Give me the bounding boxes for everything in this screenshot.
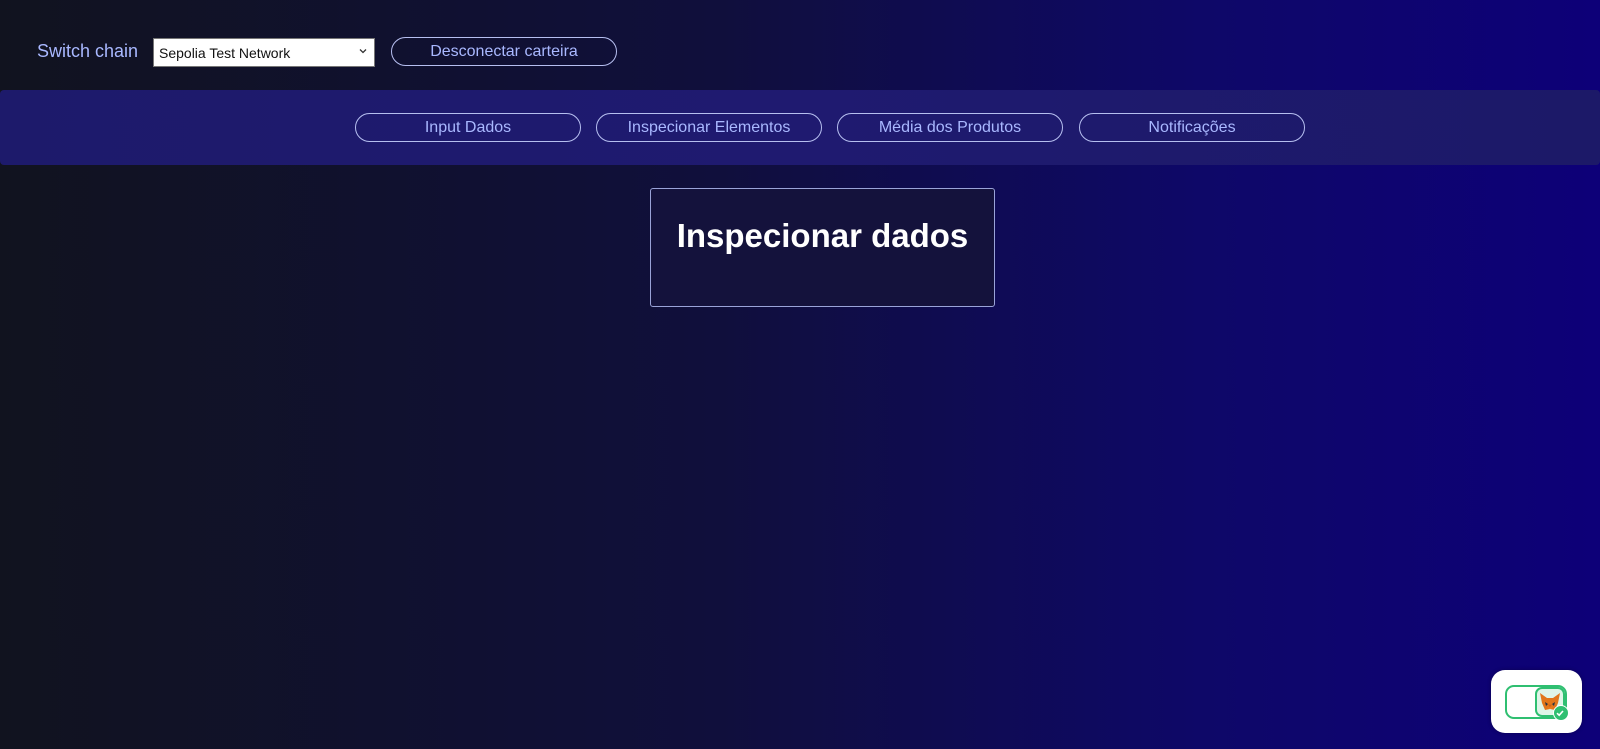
wallet-widget[interactable] [1491, 670, 1582, 733]
check-icon [1553, 705, 1569, 721]
wallet-toggle[interactable] [1505, 685, 1569, 721]
chevron-down-icon [359, 49, 367, 54]
chain-select[interactable]: Sepolia Test Network [153, 38, 375, 67]
metamask-fox-icon [1535, 687, 1569, 721]
nav-inspecionar-elementos-button[interactable]: Inspecionar Elementos [596, 113, 822, 142]
checkmark-glyph [1556, 710, 1564, 717]
nav-input-dados-button[interactable]: Input Dados [355, 113, 581, 142]
nav-bar: Input Dados Inspecionar Elementos Média … [0, 90, 1600, 165]
nav-notificacoes-button[interactable]: Notificações [1079, 113, 1305, 142]
chain-select-value: Sepolia Test Network [159, 44, 291, 61]
top-bar: Switch chain Sepolia Test Network Descon… [0, 0, 1600, 90]
card-title: Inspecionar dados [676, 217, 969, 254]
switch-chain-label: Switch chain [37, 41, 139, 61]
inspect-data-card: Inspecionar dados [650, 188, 995, 307]
disconnect-wallet-button[interactable]: Desconectar carteira [391, 37, 617, 66]
nav-media-produtos-button[interactable]: Média dos Produtos [837, 113, 1063, 142]
